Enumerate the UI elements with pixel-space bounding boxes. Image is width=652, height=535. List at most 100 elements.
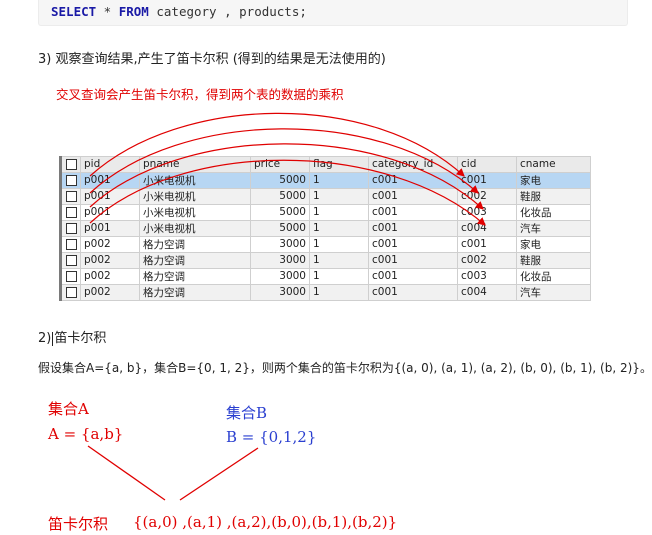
row-checkbox[interactable]: [60, 187, 81, 205]
query-result-table: pid pname price flag category_id cid cna…: [59, 156, 591, 301]
cell-price[interactable]: 3000: [250, 267, 310, 285]
cartesian-example-paragraph: 假设集合A={a, b}，集合B={0, 1, 2}，则两个集合的笛卡尔积为{(…: [38, 361, 652, 375]
checkbox-icon: [65, 206, 77, 218]
cell-cname[interactable]: 汽车: [516, 219, 591, 237]
cell-cid[interactable]: c002: [457, 251, 517, 269]
cell-pname[interactable]: 格力空调: [139, 283, 251, 301]
cell-pname[interactable]: 小米电视机: [139, 187, 251, 205]
connector-line-b: [179, 447, 259, 501]
column-header-cname[interactable]: cname: [516, 156, 591, 173]
checkbox-icon: [65, 254, 77, 266]
table-row[interactable]: p001 小米电视机 5000 1 c001 c002 鞋服: [60, 187, 591, 205]
cell-cid[interactable]: c003: [457, 203, 517, 221]
cell-cid[interactable]: c003: [457, 267, 517, 285]
cell-pname[interactable]: 格力空调: [139, 235, 251, 253]
row-checkbox[interactable]: [60, 267, 81, 285]
cell-cname[interactable]: 家电: [516, 235, 591, 253]
row-checkbox[interactable]: [60, 219, 81, 237]
cell-pname[interactable]: 小米电视机: [139, 219, 251, 237]
row-checkbox[interactable]: [60, 235, 81, 253]
cell-price[interactable]: 5000: [250, 187, 310, 205]
cell-category-id[interactable]: c001: [368, 267, 458, 285]
cell-pid[interactable]: p001: [80, 171, 140, 189]
cell-category-id[interactable]: c001: [368, 219, 458, 237]
section-2-number: 2): [38, 331, 52, 346]
row-checkbox[interactable]: [60, 203, 81, 221]
cell-flag[interactable]: 1: [309, 203, 369, 221]
cell-flag[interactable]: 1: [309, 283, 369, 301]
set-b-value: B = {0,1,2}: [226, 428, 317, 446]
table-row[interactable]: p001 小米电视机 5000 1 c001 c003 化妆品: [60, 203, 591, 221]
section-2-heading: 2) 笛卡尔积: [38, 327, 106, 346]
row-checkbox[interactable]: [60, 251, 81, 269]
checkbox-icon: [65, 158, 77, 170]
cell-price[interactable]: 5000: [250, 203, 310, 221]
cell-flag[interactable]: 1: [309, 187, 369, 205]
cell-category-id[interactable]: c001: [368, 251, 458, 269]
cell-pid[interactable]: p001: [80, 187, 140, 205]
cell-price[interactable]: 5000: [250, 171, 310, 189]
cell-category-id[interactable]: c001: [368, 235, 458, 253]
cell-cid[interactable]: c001: [457, 235, 517, 253]
set-a-value: A = {a,b}: [48, 425, 124, 443]
table-row[interactable]: p001 小米电视机 5000 1 c001 c004 汽车: [60, 219, 591, 237]
cell-cname[interactable]: 鞋服: [516, 187, 591, 205]
section-2-title: 笛卡尔积: [54, 331, 107, 346]
cell-pname[interactable]: 小米电视机: [139, 171, 251, 189]
cell-cname[interactable]: 鞋服: [516, 251, 591, 269]
cell-category-id[interactable]: c001: [368, 283, 458, 301]
row-checkbox[interactable]: [60, 283, 81, 301]
table-row[interactable]: p001 小米电视机 5000 1 c001 c001 家电: [60, 171, 591, 189]
cell-pname[interactable]: 小米电视机: [139, 203, 251, 221]
cell-cname[interactable]: 化妆品: [516, 203, 591, 221]
column-header-pid[interactable]: pid: [80, 156, 140, 173]
cell-price[interactable]: 5000: [250, 219, 310, 237]
row-checkbox[interactable]: [60, 171, 81, 189]
cell-cname[interactable]: 化妆品: [516, 267, 591, 285]
checkbox-icon: [65, 238, 77, 250]
cell-flag[interactable]: 1: [309, 235, 369, 253]
cell-cid[interactable]: c004: [457, 283, 517, 301]
sql-code-block: SELECT * FROM category , products;: [38, 0, 628, 26]
cell-cname[interactable]: 家电: [516, 171, 591, 189]
checkbox-icon: [65, 222, 77, 234]
cell-pname[interactable]: 格力空调: [139, 251, 251, 269]
sql-text-rest: category , products;: [148, 4, 307, 19]
column-header-category-id[interactable]: category_id: [368, 156, 458, 173]
cell-flag[interactable]: 1: [309, 219, 369, 237]
table-row[interactable]: p002 格力空调 3000 1 c001 c001 家电: [60, 235, 591, 253]
select-all-checkbox[interactable]: [60, 156, 81, 173]
sql-keyword-select: SELECT: [51, 4, 97, 19]
cell-cid[interactable]: c004: [457, 219, 517, 237]
table-header-row: pid pname price flag category_id cid cna…: [60, 156, 591, 173]
table-row[interactable]: p002 格力空调 3000 1 c001 c002 鞋服: [60, 251, 591, 269]
cross-join-annotation: 交叉查询会产生笛卡尔积，得到两个表的数据的乘积: [56, 87, 344, 102]
table-row[interactable]: p002 格力空调 3000 1 c001 c004 汽车: [60, 283, 591, 301]
set-b-title: 集合B: [226, 404, 268, 422]
cell-pid[interactable]: p002: [80, 267, 140, 285]
cell-category-id[interactable]: c001: [368, 187, 458, 205]
column-header-pname[interactable]: pname: [139, 156, 251, 173]
cell-pid[interactable]: p001: [80, 219, 140, 237]
column-header-flag[interactable]: flag: [309, 156, 369, 173]
cell-flag[interactable]: 1: [309, 267, 369, 285]
cell-price[interactable]: 3000: [250, 283, 310, 301]
cell-pid[interactable]: p002: [80, 251, 140, 269]
cell-flag[interactable]: 1: [309, 251, 369, 269]
cartesian-value: {(a,0) ,(a,1) ,(a,2),(b,0),(b,1),(b,2)}: [133, 513, 398, 531]
cell-flag[interactable]: 1: [309, 171, 369, 189]
column-header-cid[interactable]: cid: [457, 156, 517, 173]
cell-price[interactable]: 3000: [250, 235, 310, 253]
cell-pname[interactable]: 格力空调: [139, 267, 251, 285]
cell-category-id[interactable]: c001: [368, 171, 458, 189]
table-row[interactable]: p002 格力空调 3000 1 c001 c003 化妆品: [60, 267, 591, 285]
cell-pid[interactable]: p002: [80, 235, 140, 253]
cell-cid[interactable]: c001: [457, 171, 517, 189]
column-header-price[interactable]: price: [250, 156, 310, 173]
cell-price[interactable]: 3000: [250, 251, 310, 269]
cell-category-id[interactable]: c001: [368, 203, 458, 221]
cell-pid[interactable]: p002: [80, 283, 140, 301]
cell-cid[interactable]: c002: [457, 187, 517, 205]
cell-cname[interactable]: 汽车: [516, 283, 591, 301]
cell-pid[interactable]: p001: [80, 203, 140, 221]
